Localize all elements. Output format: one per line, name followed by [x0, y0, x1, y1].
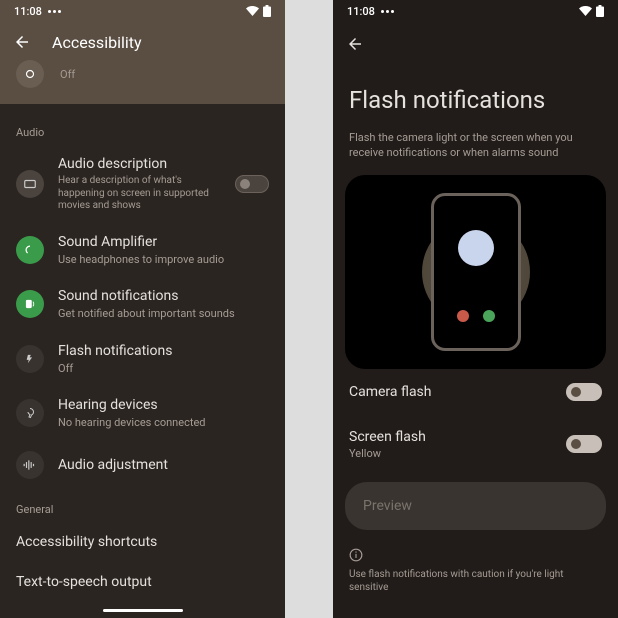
illustration-red-dot-icon	[457, 310, 469, 322]
row-camera-flash[interactable]: Camera flash	[333, 369, 618, 415]
status-bar: 11:08	[333, 0, 618, 22]
status-time: 11:08	[14, 5, 42, 18]
item-title: Audio adjustment	[58, 456, 269, 474]
page-description: Flash the camera light or the screen whe…	[333, 124, 618, 175]
battery-icon	[596, 5, 604, 17]
phone-accessibility: 11:08 Accessibility Off Audio	[0, 0, 285, 618]
caution-text: Use flash notifications with caution if …	[333, 562, 618, 600]
flash-icon	[16, 345, 44, 373]
camera-flash-toggle[interactable]	[566, 383, 602, 401]
sound-amplifier-icon	[16, 236, 44, 264]
header-area: 11:08 Accessibility Off	[0, 0, 285, 104]
illustration	[345, 175, 606, 369]
row-title: Screen flash	[349, 429, 566, 445]
nav-pill-icon	[103, 609, 183, 612]
page-title: Flash notifications	[349, 86, 602, 114]
item-tts-output[interactable]: Text-to-speech output	[0, 562, 285, 602]
item-sub: No hearing devices connected	[58, 416, 269, 430]
page-title: Accessibility	[52, 33, 142, 52]
partial-sub: Off	[60, 68, 269, 82]
audio-adjustment-icon	[16, 451, 44, 479]
battery-icon	[263, 5, 271, 17]
item-accessibility-shortcuts[interactable]: Accessibility shortcuts	[0, 522, 285, 562]
item-audio-adjustment[interactable]: Audio adjustment	[0, 441, 285, 489]
item-hearing-devices[interactable]: Hearing devices No hearing devices conne…	[0, 386, 285, 440]
wifi-icon	[579, 6, 592, 16]
status-bar: 11:08	[0, 0, 285, 22]
phone-flash-notifications: 11:08 Flash notifications Flash the came…	[333, 0, 618, 618]
item-sound-notifications[interactable]: Sound notifications Get notified about i…	[0, 277, 285, 331]
item-sound-amplifier[interactable]: Sound Amplifier Use headphones to improv…	[0, 223, 285, 277]
preview-label: Preview	[363, 498, 412, 514]
illustration-green-dot-icon	[483, 310, 495, 322]
item-flash-notifications[interactable]: Flash notifications Off	[0, 332, 285, 386]
wifi-icon	[246, 6, 259, 16]
item-title: Sound Amplifier	[58, 233, 269, 251]
hearing-icon	[16, 399, 44, 427]
item-sub: Use headphones to improve audio	[58, 253, 269, 267]
status-time: 11:08	[347, 5, 375, 18]
sound-notifications-icon	[16, 290, 44, 318]
audio-description-icon	[16, 170, 44, 198]
illustration-phone	[431, 193, 521, 351]
back-button[interactable]	[345, 34, 365, 54]
section-label-general: General	[0, 489, 285, 522]
partial-item[interactable]: Off	[0, 58, 285, 96]
back-button[interactable]	[12, 32, 32, 52]
item-title: Audio description	[58, 155, 221, 173]
illustration-lens-icon	[458, 230, 494, 266]
audio-description-toggle[interactable]	[235, 175, 269, 193]
item-sub: Hear a description of what's happening o…	[58, 175, 221, 213]
info-icon	[349, 548, 363, 562]
row-title: Camera flash	[349, 384, 566, 400]
status-dots-icon	[48, 10, 61, 13]
item-audio-description[interactable]: Audio description Hear a description of …	[0, 145, 285, 223]
section-label-audio: Audio	[0, 112, 285, 145]
nav-bar[interactable]	[0, 602, 285, 618]
row-sub: Yellow	[349, 447, 566, 460]
item-title: Flash notifications	[58, 342, 269, 360]
status-dots-icon	[381, 10, 394, 13]
item-sub: Get notified about important sounds	[58, 307, 269, 321]
partial-icon	[16, 60, 44, 88]
settings-list[interactable]: Audio Audio description Hear a descripti…	[0, 104, 285, 602]
item-title: Sound notifications	[58, 287, 269, 305]
preview-button[interactable]: Preview	[345, 482, 606, 530]
row-screen-flash[interactable]: Screen flash Yellow	[333, 415, 618, 474]
item-title: Hearing devices	[58, 396, 269, 414]
item-sub: Off	[58, 362, 269, 376]
screen-flash-toggle[interactable]	[566, 435, 602, 453]
